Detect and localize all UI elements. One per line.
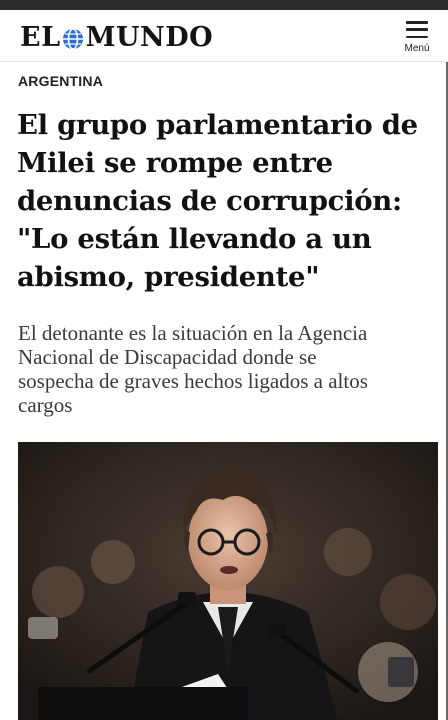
article-subheadline: El detonante es la situación en la Agenc… xyxy=(18,321,438,417)
site-logo[interactable]: EL MUNDO xyxy=(20,21,214,53)
subhead-line: Nacional de Discapacidad donde se xyxy=(18,345,317,369)
menu-label: Menú xyxy=(404,43,430,54)
article-photo[interactable] xyxy=(18,442,438,720)
subhead-line: El detonante es la situación en la Agenc… xyxy=(18,321,368,345)
article-headline: El grupo parlamentario de Milei se rompe… xyxy=(17,106,437,296)
logo-text-mundo: MUNDO xyxy=(85,21,214,53)
subhead-line: sospecha de graves hechos ligados a alto… xyxy=(18,369,368,393)
hamburger-icon xyxy=(406,21,428,38)
subhead-line: cargos xyxy=(18,393,73,417)
headline-line: El grupo parlamentario de xyxy=(17,109,418,141)
headline-line: abismo, presidente" xyxy=(17,261,320,293)
menu-button[interactable]: Menú xyxy=(400,19,434,59)
status-bar xyxy=(0,0,448,10)
section-link[interactable]: ARGENTINA xyxy=(18,73,103,89)
headline-line: denuncias de corrupción: xyxy=(17,185,402,217)
logo-text-el: EL xyxy=(20,21,61,53)
headline-line: Milei se rompe entre xyxy=(17,147,333,179)
headline-line: "Lo están llevando a un xyxy=(17,223,372,255)
globe-icon xyxy=(62,26,84,50)
photo-illustration xyxy=(18,442,438,720)
site-header: EL MUNDO Menú xyxy=(0,10,448,62)
